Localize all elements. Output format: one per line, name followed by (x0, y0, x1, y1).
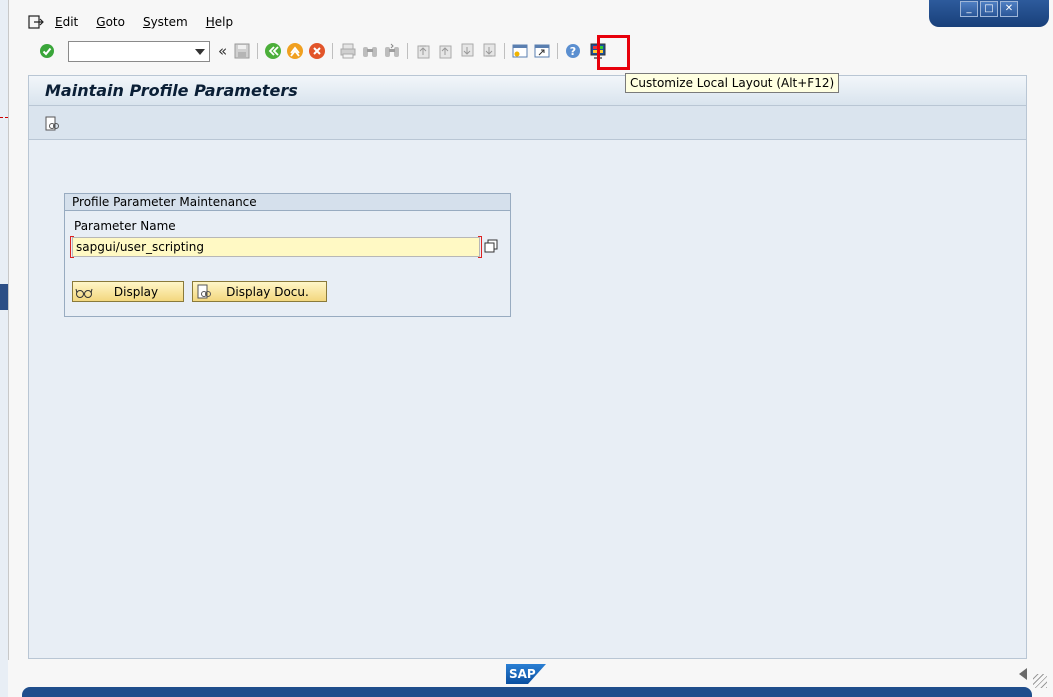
groupbox-title: Profile Parameter Maintenance (65, 194, 510, 211)
find-icon[interactable] (360, 41, 380, 61)
standard-toolbar: « ? (17, 38, 1047, 64)
toolbar-separator (407, 43, 409, 59)
glasses-icon (75, 283, 93, 301)
application-toolbar (29, 106, 1026, 140)
menu-goto[interactable]: Goto (96, 15, 125, 29)
parameter-name-input[interactable]: sapgui/user_scripting (72, 237, 480, 257)
value-help-icon[interactable] (484, 238, 498, 254)
tooltip: Customize Local Layout (Alt+F12) (625, 73, 840, 93)
toolbar-separator (332, 43, 334, 59)
status-expand-icon[interactable] (1019, 668, 1027, 680)
previous-page-icon[interactable] (435, 41, 455, 61)
create-session-icon[interactable] (510, 41, 530, 61)
profile-parameter-groupbox: Profile Parameter Maintenance Parameter … (64, 193, 511, 317)
help-icon[interactable]: ? (563, 41, 583, 61)
enter-check-icon[interactable] (37, 41, 57, 61)
menu-system[interactable]: System (143, 15, 188, 29)
collapse-command-icon[interactable]: « (218, 42, 227, 60)
chevron-down-icon[interactable] (195, 48, 205, 55)
page-title: Maintain Profile Parameters (45, 81, 298, 100)
background-artifact (0, 104, 8, 118)
sap-window: _ □ ✕ Edit Goto System Help « ? Maintain… (8, 0, 1053, 697)
next-page-icon[interactable] (457, 41, 477, 61)
documentation-icon (195, 283, 213, 301)
maximize-icon[interactable]: □ (980, 1, 998, 17)
last-page-icon[interactable] (479, 41, 499, 61)
toolbar-separator (557, 43, 559, 59)
save-icon[interactable] (232, 41, 252, 61)
screen-title-bar: Maintain Profile Parameters (29, 76, 1026, 106)
main-screen-area: Maintain Profile Parameters Profile Para… (28, 75, 1027, 659)
menu-exit-icon[interactable] (27, 14, 45, 30)
menu-bar: Edit Goto System Help (27, 12, 251, 32)
display-button[interactable]: Display (72, 281, 184, 302)
parameter-name-label: Parameter Name (74, 219, 176, 233)
minimize-icon[interactable]: _ (960, 1, 978, 17)
print-icon[interactable] (338, 41, 358, 61)
cancel-icon[interactable] (307, 41, 327, 61)
documentation-icon[interactable] (42, 114, 62, 134)
background-artifact (0, 284, 8, 310)
sap-logo: SAP (506, 664, 546, 684)
highlight-box (597, 35, 630, 70)
exit-icon[interactable] (285, 41, 305, 61)
shortcut-icon[interactable] (532, 41, 552, 61)
window-controls: _ □ ✕ (929, 0, 1049, 27)
display-docu-button-label: Display Docu. (226, 284, 309, 299)
display-docu-button[interactable]: Display Docu. (192, 281, 327, 302)
svg-text:?: ? (570, 45, 576, 58)
find-next-icon[interactable] (382, 41, 402, 61)
menu-edit[interactable]: Edit (55, 15, 78, 29)
menu-help[interactable]: Help (206, 15, 233, 29)
resize-grip-icon[interactable] (1033, 674, 1047, 688)
required-marker (478, 236, 482, 258)
command-field[interactable] (68, 40, 210, 62)
toolbar-separator (504, 43, 506, 59)
display-button-label: Display (113, 284, 159, 299)
toolbar-separator (257, 43, 259, 59)
back-icon[interactable] (263, 41, 283, 61)
close-icon[interactable]: ✕ (1000, 1, 1018, 17)
window-bottom-edge (22, 687, 1032, 697)
first-page-icon[interactable] (413, 41, 433, 61)
